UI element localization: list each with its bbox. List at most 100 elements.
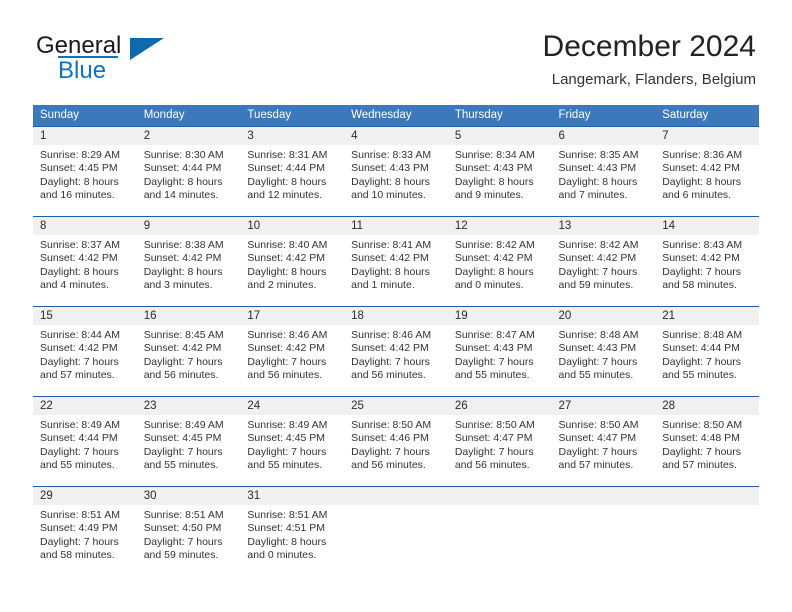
day-sunrise-text: Sunrise: 8:42 AM bbox=[454, 239, 535, 251]
day-sunset-text: Sunset: 4:42 PM bbox=[247, 252, 326, 265]
calendar-day-cell[interactable]: 24 Sunrise: 8:49 AM Sunset: 4:45 PM Dayligh… bbox=[240, 396, 345, 486]
day-sunset-text: Sunset: 4:45 PM bbox=[247, 432, 326, 445]
day-sunset-text: Sunset: 4:43 PM bbox=[558, 342, 637, 355]
calendar-day-cell[interactable]: 13 Sunrise: 8:42 AM Sunset: 4:42 PM Dayligh… bbox=[551, 216, 656, 306]
day-daylight2-text: and 14 minutes. bbox=[143, 189, 219, 202]
day-sunrise-text: Sunrise: 8:45 AM bbox=[143, 329, 224, 341]
calendar-day-cell[interactable]: 20 Sunrise: 8:48 AM Sunset: 4:43 PM Dayligh… bbox=[551, 306, 656, 396]
day-cell-inner bbox=[344, 486, 448, 576]
day-number: 21 bbox=[655, 307, 759, 325]
day-sunrise-text: Sunrise: 8:33 AM bbox=[351, 149, 432, 161]
day-sunset-text: Sunset: 4:47 PM bbox=[558, 432, 637, 445]
calendar-day-cell[interactable]: 16 Sunrise: 8:45 AM Sunset: 4:42 PM Dayligh… bbox=[136, 306, 241, 396]
day-cell-inner: 20 Sunrise: 8:48 AM Sunset: 4:43 PM Dayligh… bbox=[551, 306, 656, 396]
day-sunrise-text: Sunrise: 8:41 AM bbox=[351, 239, 432, 251]
calendar-day-cell[interactable]: 3 Sunrise: 8:31 AM Sunset: 4:44 PM Daylight… bbox=[240, 126, 345, 216]
day-number: 5 bbox=[447, 127, 552, 145]
calendar-day-cell[interactable]: 2 Sunrise: 8:30 AM Sunset: 4:44 PM Daylight… bbox=[136, 126, 241, 216]
day-daylight2-text: and 12 minutes. bbox=[247, 189, 323, 202]
calendar-day-cell[interactable]: 15 Sunrise: 8:44 AM Sunset: 4:42 PM Dayligh… bbox=[33, 306, 137, 396]
day-daylight2-text: and 57 minutes. bbox=[558, 459, 634, 472]
day-daylight2-text: and 55 minutes. bbox=[247, 459, 323, 472]
calendar-page: General Blue December 2024 Langemark, Fl… bbox=[0, 0, 792, 612]
calendar-day-cell[interactable]: 26 Sunrise: 8:50 AM Sunset: 4:47 PM Dayligh… bbox=[447, 396, 552, 486]
day-daylight2-text: and 56 minutes. bbox=[143, 369, 219, 382]
day-daylight2-text: and 56 minutes. bbox=[351, 459, 426, 472]
day-sunset-text: Sunset: 4:43 PM bbox=[558, 162, 637, 175]
day-sunrise-text: Sunrise: 8:42 AM bbox=[558, 239, 639, 251]
day-number: 30 bbox=[136, 487, 241, 505]
day-sunset-text: Sunset: 4:43 PM bbox=[351, 162, 429, 175]
calendar-header-row: Sunday Monday Tuesday Wednesday Thursday… bbox=[33, 105, 759, 126]
calendar-day-cell[interactable]: 19 Sunrise: 8:47 AM Sunset: 4:43 PM Dayligh… bbox=[447, 306, 552, 396]
calendar-day-cell[interactable]: 11 Sunrise: 8:41 AM Sunset: 4:42 PM Dayligh… bbox=[344, 216, 448, 306]
day-cell-inner: 30 Sunrise: 8:51 AM Sunset: 4:50 PM Dayligh… bbox=[136, 486, 241, 576]
calendar-day-cell[interactable]: 10 Sunrise: 8:40 AM Sunset: 4:42 PM Dayligh… bbox=[240, 216, 345, 306]
day-details: Sunrise: 8:41 AM Sunset: 4:42 PM Daylight:… bbox=[344, 235, 448, 293]
day-number: 29 bbox=[33, 487, 137, 505]
day-sunrise-text: Sunrise: 8:49 AM bbox=[143, 419, 224, 431]
calendar-week-row: 1 Sunrise: 8:29 AM Sunset: 4:45 PM Daylight… bbox=[33, 126, 759, 216]
calendar-day-cell[interactable]: 17 Sunrise: 8:46 AM Sunset: 4:42 PM Dayligh… bbox=[240, 306, 345, 396]
calendar-day-cell[interactable]: 31 Sunrise: 8:51 AM Sunset: 4:51 PM Dayligh… bbox=[240, 486, 345, 576]
day-sunset-text: Sunset: 4:43 PM bbox=[454, 342, 533, 355]
calendar-day-cell[interactable]: 12 Sunrise: 8:42 AM Sunset: 4:42 PM Dayligh… bbox=[447, 216, 552, 306]
day-details: Sunrise: 8:37 AM Sunset: 4:42 PM Daylight:… bbox=[33, 235, 137, 293]
page-header: General Blue December 2024 Langemark, Fl… bbox=[0, 0, 792, 100]
day-daylight2-text: and 55 minutes. bbox=[558, 369, 634, 382]
day-details: Sunrise: 8:48 AM Sunset: 4:43 PM Daylight:… bbox=[552, 325, 656, 383]
calendar-day-cell[interactable]: 25 Sunrise: 8:50 AM Sunset: 4:46 PM Dayligh… bbox=[344, 396, 448, 486]
day-number: 2 bbox=[136, 127, 241, 145]
calendar-day-cell[interactable]: 8 Sunrise: 8:37 AM Sunset: 4:42 PM Daylight… bbox=[33, 216, 137, 306]
day-sunrise-text: Sunrise: 8:29 AM bbox=[40, 149, 120, 161]
calendar-week-row: 15 Sunrise: 8:44 AM Sunset: 4:42 PM Dayligh… bbox=[33, 306, 759, 396]
calendar-week-row: 22 Sunrise: 8:49 AM Sunset: 4:44 PM Dayligh… bbox=[33, 396, 759, 486]
day-number bbox=[447, 487, 552, 505]
day-daylight1-text: Daylight: 8 hours bbox=[247, 265, 327, 278]
calendar-day-cell[interactable]: 5 Sunrise: 8:34 AM Sunset: 4:43 PM Daylight… bbox=[447, 126, 552, 216]
day-number: 12 bbox=[447, 217, 552, 235]
day-daylight1-text: Daylight: 7 hours bbox=[40, 535, 119, 548]
day-cell-inner: 18 Sunrise: 8:46 AM Sunset: 4:42 PM Dayligh… bbox=[344, 306, 448, 396]
day-sunset-text: Sunset: 4:44 PM bbox=[40, 432, 118, 445]
day-cell-inner: 12 Sunrise: 8:42 AM Sunset: 4:42 PM Dayligh… bbox=[447, 216, 552, 306]
calendar-day-cell[interactable]: 21 Sunrise: 8:48 AM Sunset: 4:44 PM Dayligh… bbox=[655, 306, 759, 396]
day-daylight2-text: and 55 minutes. bbox=[143, 459, 219, 472]
day-sunrise-text: Sunrise: 8:49 AM bbox=[40, 419, 120, 431]
calendar-day-cell[interactable]: 4 Sunrise: 8:33 AM Sunset: 4:43 PM Daylight… bbox=[344, 126, 448, 216]
day-daylight1-text: Daylight: 7 hours bbox=[558, 355, 638, 368]
calendar-day-cell[interactable]: 9 Sunrise: 8:38 AM Sunset: 4:42 PM Daylight… bbox=[136, 216, 241, 306]
day-sunset-text: Sunset: 4:49 PM bbox=[40, 522, 118, 535]
day-daylight1-text: Daylight: 7 hours bbox=[351, 445, 430, 458]
day-sunrise-text: Sunrise: 8:37 AM bbox=[40, 239, 120, 251]
day-number: 7 bbox=[655, 127, 759, 145]
day-number: 22 bbox=[33, 397, 137, 415]
calendar-day-cell[interactable]: 6 Sunrise: 8:35 AM Sunset: 4:43 PM Daylight… bbox=[551, 126, 656, 216]
day-daylight2-text: and 59 minutes. bbox=[143, 549, 219, 562]
weekday-header-tuesday: Tuesday bbox=[240, 105, 345, 126]
day-number: 24 bbox=[240, 397, 345, 415]
calendar-day-cell[interactable]: 29 Sunrise: 8:51 AM Sunset: 4:49 PM Dayligh… bbox=[33, 486, 137, 576]
calendar-day-cell[interactable]: 18 Sunrise: 8:46 AM Sunset: 4:42 PM Dayligh… bbox=[344, 306, 448, 396]
day-daylight2-text: and 55 minutes. bbox=[662, 369, 737, 382]
day-details: Sunrise: 8:50 AM Sunset: 4:46 PM Daylight:… bbox=[344, 415, 448, 473]
day-number: 6 bbox=[551, 127, 656, 145]
day-daylight2-text: and 58 minutes. bbox=[662, 279, 737, 292]
calendar-day-cell[interactable]: 1 Sunrise: 8:29 AM Sunset: 4:45 PM Daylight… bbox=[33, 126, 137, 216]
calendar-day-cell[interactable]: 22 Sunrise: 8:49 AM Sunset: 4:44 PM Dayligh… bbox=[33, 396, 137, 486]
weekday-header-wednesday: Wednesday bbox=[344, 105, 448, 126]
day-sunrise-text: Sunrise: 8:51 AM bbox=[40, 509, 120, 521]
day-details: Sunrise: 8:30 AM Sunset: 4:44 PM Daylight:… bbox=[137, 145, 241, 203]
calendar-day-cell[interactable]: 27 Sunrise: 8:50 AM Sunset: 4:47 PM Dayligh… bbox=[551, 396, 656, 486]
day-details bbox=[344, 505, 448, 509]
day-cell-inner: 23 Sunrise: 8:49 AM Sunset: 4:45 PM Dayligh… bbox=[136, 396, 241, 486]
calendar-day-cell[interactable]: 28 Sunrise: 8:50 AM Sunset: 4:48 PM Dayligh… bbox=[655, 396, 759, 486]
calendar-day-cell[interactable]: 30 Sunrise: 8:51 AM Sunset: 4:50 PM Dayligh… bbox=[136, 486, 241, 576]
day-sunrise-text: Sunrise: 8:40 AM bbox=[247, 239, 328, 251]
calendar-day-cell[interactable]: 14 Sunrise: 8:43 AM Sunset: 4:42 PM Dayligh… bbox=[655, 216, 759, 306]
day-cell-inner: 31 Sunrise: 8:51 AM Sunset: 4:51 PM Dayligh… bbox=[240, 486, 345, 576]
brand-logo[interactable]: General Blue bbox=[36, 32, 266, 92]
calendar-day-cell[interactable]: 7 Sunrise: 8:36 AM Sunset: 4:42 PM Daylight… bbox=[655, 126, 759, 216]
calendar-day-cell[interactable]: 23 Sunrise: 8:49 AM Sunset: 4:45 PM Dayligh… bbox=[136, 396, 241, 486]
location-subtitle: Langemark, Flanders, Belgium bbox=[551, 71, 756, 88]
